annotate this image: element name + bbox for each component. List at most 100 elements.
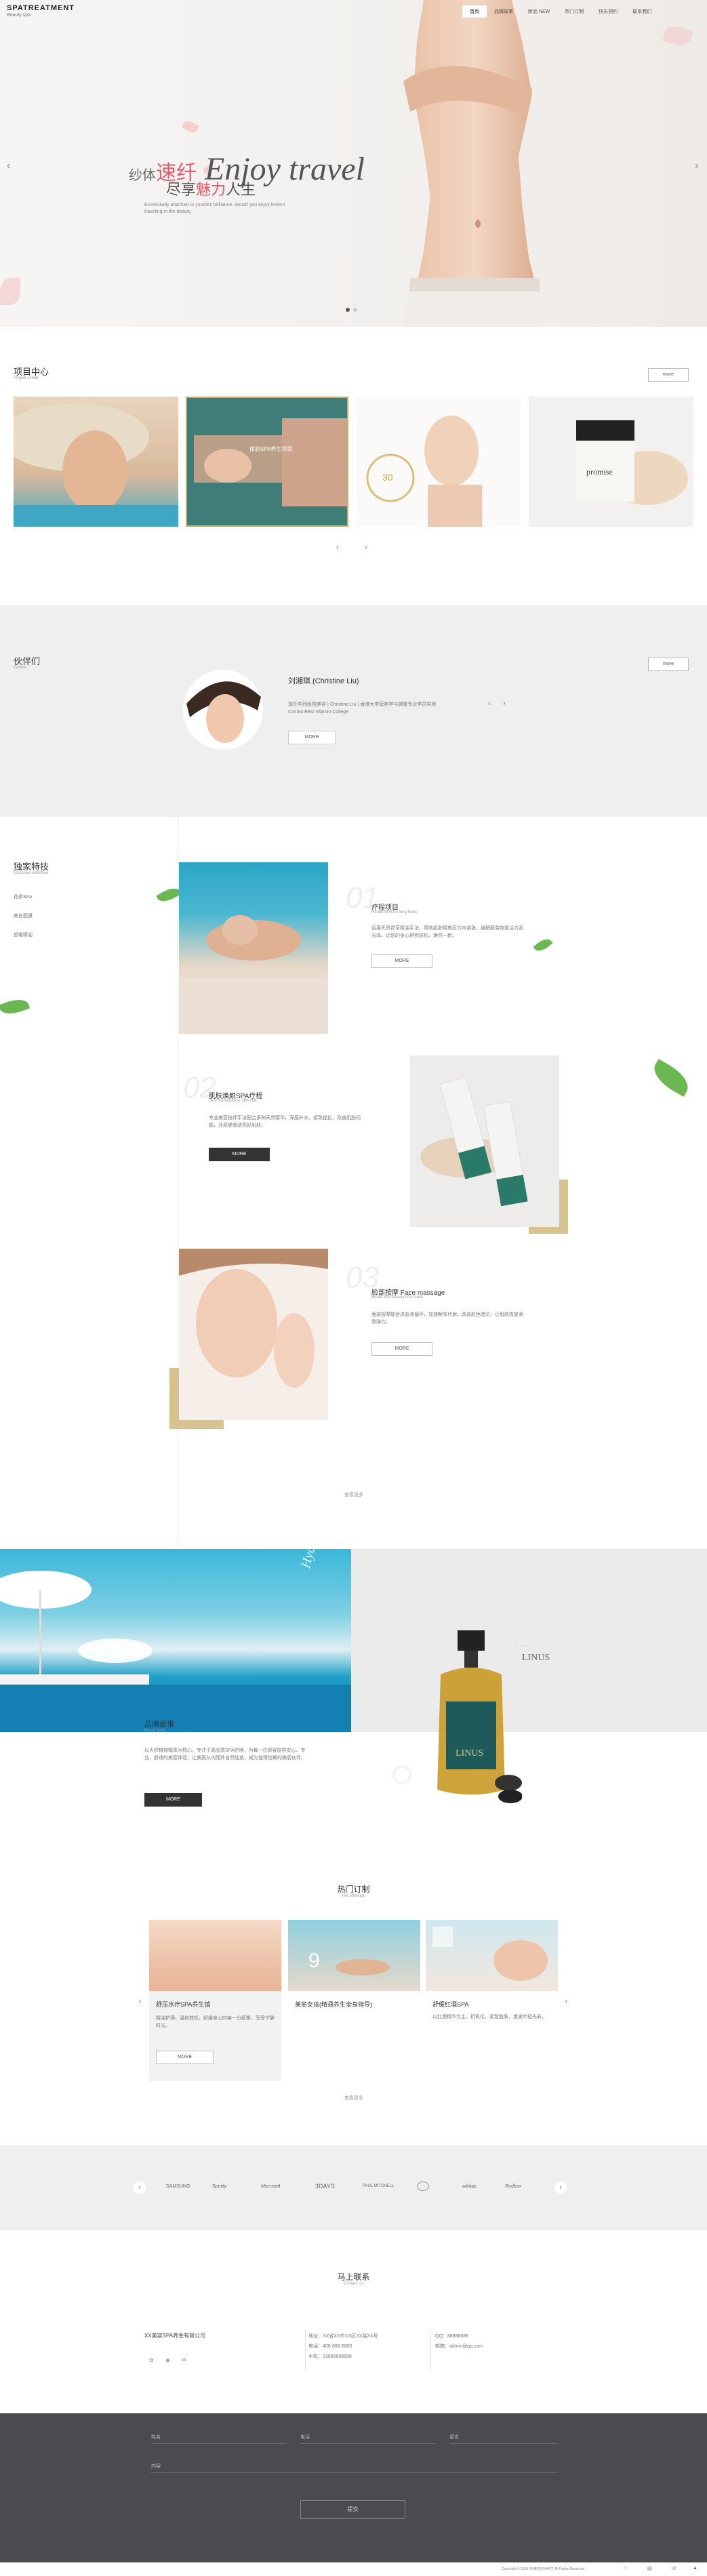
hero-description: Excessively attached to youthful brillia… (144, 203, 285, 214)
feature-more-button[interactable]: MORE (209, 1148, 270, 1161)
feature-image-tubes (410, 1055, 559, 1227)
form-textarea-content[interactable] (151, 2472, 558, 2473)
form-input-phone[interactable] (300, 2443, 436, 2444)
project-card-product[interactable]: promise (529, 397, 693, 527)
hot-card-title: 舒压水疗SPA养生馆 (156, 2001, 211, 2008)
project-image-massage (194, 418, 347, 506)
hot-title: 热门订制 (337, 1885, 370, 1894)
hero-next-arrow-icon[interactable]: › (695, 160, 698, 172)
hero-dot[interactable] (353, 308, 357, 312)
brand-text: 以天然植物精萃为核心，专注于高品质SPA护理，为每一位顾客提供安心、专业、舒适的… (144, 1748, 306, 1760)
project-image-cream-jar: promise (576, 420, 688, 505)
contact-company: XX美容SPA养生有限公司 (144, 2333, 206, 2339)
nav-item-new[interactable]: 新品 NEW (521, 5, 557, 18)
projects-subtitle: Project center (14, 376, 39, 380)
nav-item-brand[interactable]: 品牌故事 (487, 5, 521, 18)
partner-logo: 3DAYS (315, 2183, 335, 2190)
features-more-link[interactable]: 查看更多 (344, 1491, 363, 1498)
features-side-link[interactable]: 舒缓精油 (14, 931, 33, 938)
logos-next-arrow-icon[interactable]: › (554, 2181, 567, 2194)
feature-image-pool (179, 862, 328, 1034)
footer-info-icon[interactable]: ▤ (647, 2566, 652, 2571)
partner-avatar-image (186, 681, 261, 743)
footer-copyright: Copyright © 2020 XX美容SPA养生 All Rights Re… (502, 2567, 584, 2571)
partners-next-arrow-icon[interactable]: › (503, 698, 506, 708)
footer-phone-icon[interactable]: ☏ (671, 2566, 677, 2571)
hot-card-text: 精油护理，温和放松，舒缓身心的每一分疲惫，享受宁静时光。 (156, 2016, 275, 2028)
wechat-icon[interactable]: ◉ (165, 2357, 170, 2363)
contact-subtitle: Contact Us (343, 2282, 364, 2286)
feature-more-button[interactable]: MORE (371, 954, 432, 968)
nav-item-booking[interactable]: 快乐预约 (591, 5, 625, 18)
contact-divider (430, 2331, 431, 2370)
partners-more-button[interactable]: more (648, 658, 689, 671)
petal-decor (181, 119, 200, 135)
features-side-link[interactable]: 美白面膜 (14, 912, 33, 919)
feature-image-face-massage (179, 1249, 328, 1420)
project-card-image[interactable] (14, 397, 178, 527)
hero-dot[interactable] (346, 308, 350, 312)
nav-item-home[interactable]: 首页 (462, 5, 487, 18)
hot-more-link[interactable]: 查看更多 (344, 2095, 363, 2101)
hot-card-text: 以红酒精华为主，抗氧化、紧致肌肤，焕发年轻光彩。 (432, 2015, 546, 2019)
projects-next-arrow-icon[interactable]: › (365, 542, 367, 552)
brand-more-button[interactable]: MORE (144, 1793, 202, 1807)
hot-card-title[interactable]: 舒缓红酒SPA (432, 2000, 468, 2009)
contact-address: 地址：XX省XX市XX区XX路XX号 (308, 2334, 378, 2339)
hero-model-image (403, 0, 546, 327)
site-logo[interactable]: SPATREATMENT (7, 4, 75, 12)
hot-subtitle: Hot offerings (342, 1894, 365, 1898)
partner-avatar (183, 670, 263, 750)
feature-image-face-svg (179, 1249, 328, 1388)
brand-subtitle: Brand story (144, 1729, 165, 1733)
hot-card-title[interactable]: 美丽女孩(精通养生全身指导) (295, 2000, 372, 2009)
brand-product-bottle: LINUS (437, 1630, 522, 1803)
partner-more-button[interactable]: MORE (288, 731, 336, 744)
nav-item-hot[interactable]: 热门订制 (557, 5, 591, 18)
hero-title-pre: 纱体 (129, 168, 156, 183)
site-logo-sub: Beauty spa (7, 13, 31, 18)
hot-next-arrow-icon[interactable]: › (565, 1996, 567, 2006)
form-input-message[interactable] (449, 2443, 558, 2444)
petal-decor (0, 278, 20, 305)
nav-item-contact[interactable]: 联系我们 (625, 5, 659, 18)
partners-prev-arrow-icon[interactable]: ‹ (488, 698, 491, 708)
hot-card-image[interactable] (426, 1920, 558, 1991)
project-card-face[interactable]: 30 (357, 397, 521, 527)
form-input-name[interactable] (151, 2443, 287, 2444)
svg-text:promise: promise (586, 467, 613, 477)
form-label-message: 留言 (449, 2435, 459, 2440)
hot-card-image[interactable]: 9 (288, 1920, 420, 1991)
logos-prev-arrow-icon[interactable]: ‹ (134, 2181, 146, 2194)
qq-icon[interactable]: ✉ (182, 2357, 186, 2363)
feature-text: 专业美容技师手法配合多种天然精华，深层补水，紧致提拉，改善肌肤问题，还原健康透亮… (209, 1116, 361, 1128)
hot-prev-arrow-icon[interactable]: ‹ (139, 1996, 142, 2006)
contact-email: 邮箱：admin@qq.com (435, 2344, 483, 2349)
partner-logo: SAMSUNG (166, 2184, 190, 2189)
form-submit-button[interactable]: 提交 (300, 2500, 405, 2519)
contact-divider (305, 2331, 306, 2370)
feature-more-button[interactable]: MORE (371, 1342, 432, 1356)
hot-card-image-beach: 9 (308, 1950, 390, 1975)
form-label-name: 姓名 (151, 2435, 161, 2440)
partner-logo: adidas (462, 2184, 477, 2189)
hot-card-button[interactable]: MORE (156, 2051, 214, 2064)
feature-text: 运用天然花草精油手法，帮助肌肤释放压力与紧张，缓解疲劳恢复活力及光泽，让您的身心… (371, 926, 523, 938)
footer-bar (0, 2562, 707, 2576)
hot-card[interactable]: 舒压水疗SPA养生馆 精油护理，温和放松，舒缓身心的每一分疲惫，享受宁静时光。 … (149, 1920, 281, 2081)
project-card-massage[interactable]: 体验SPA养生项目 (186, 397, 348, 527)
projects-prev-arrow-icon[interactable]: ‹ (336, 542, 339, 552)
hero-subtitle: 尽享魅力人生 (166, 178, 256, 199)
features-subtitle: Exclusive expertise (14, 871, 49, 875)
main-nav: 首页 品牌故事 新品 NEW 热门订制 快乐预约 联系我们 (462, 5, 659, 18)
brand-product-logo: LINUS (522, 1653, 550, 1663)
features-side-link[interactable]: 花茶SPA (14, 893, 33, 900)
brand-image-beach-svg (0, 1571, 351, 1732)
contact-phone: 电话：400-888-8888 (308, 2344, 352, 2349)
form-label-content: 内容 (151, 2464, 161, 2469)
footer-home-icon[interactable]: ⌂ (624, 2566, 626, 2571)
projects-more-button[interactable]: more (648, 368, 689, 382)
hero-prev-arrow-icon[interactable]: ‹ (7, 160, 10, 172)
weibo-icon[interactable]: ✿ (149, 2357, 154, 2363)
footer-top-icon[interactable]: ▲ (693, 2566, 698, 2571)
